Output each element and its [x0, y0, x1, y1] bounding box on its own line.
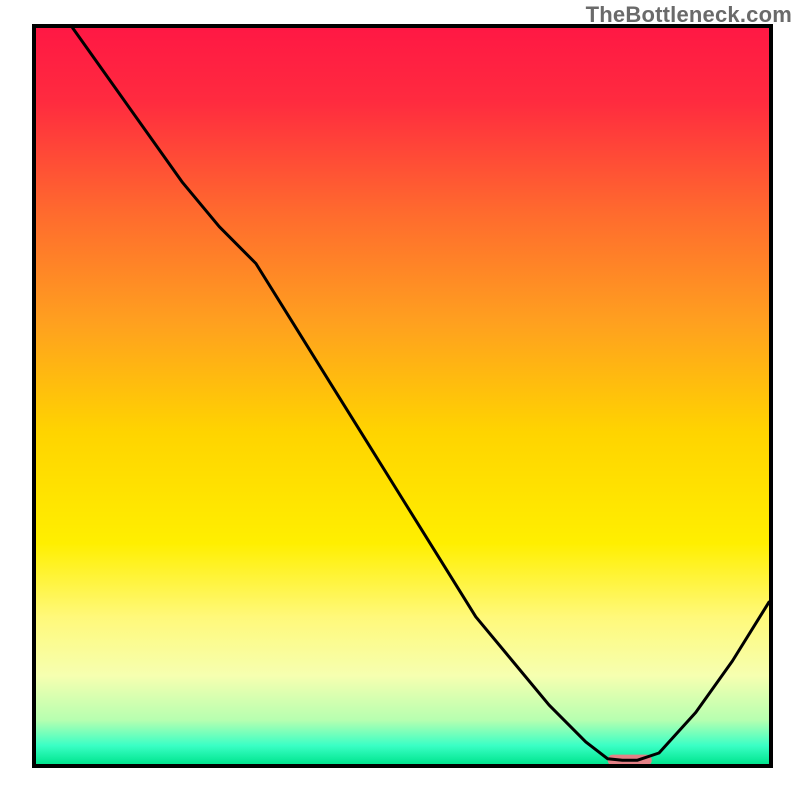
plot-gradient-fill — [36, 28, 769, 764]
watermark-text: TheBottleneck.com — [586, 2, 792, 28]
chart-stage: TheBottleneck.com — [0, 0, 800, 800]
bottleneck-chart — [0, 0, 800, 800]
